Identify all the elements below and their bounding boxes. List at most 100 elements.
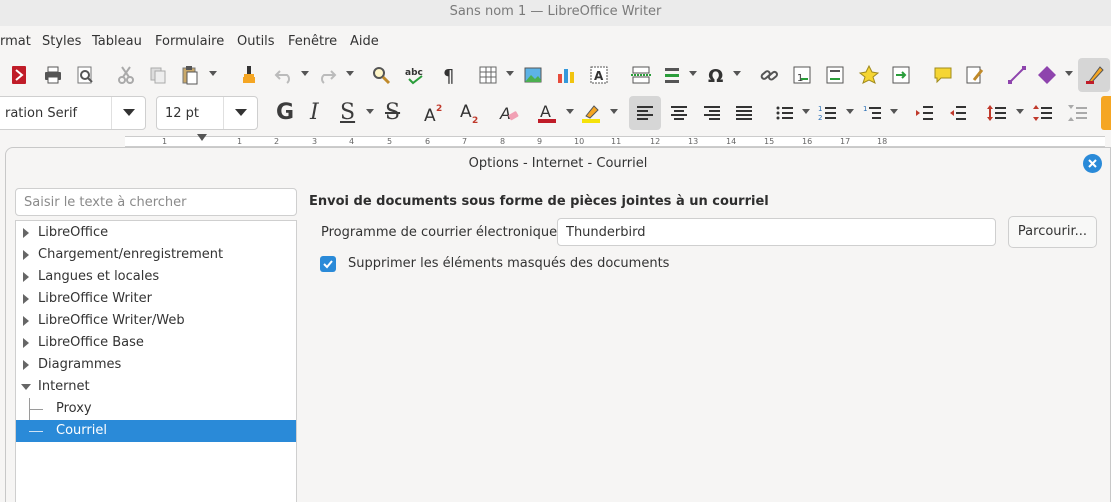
bullet-list-icon[interactable] [772,100,798,126]
print-icon[interactable] [40,62,66,88]
menu-aide[interactable]: Aide [350,34,379,49]
tree-item-diagrammes[interactable]: Diagrammes [16,354,296,376]
insert-comment-icon[interactable] [930,62,956,88]
outline-list-icon[interactable]: 1 [860,100,886,126]
insert-page-break-icon[interactable] [628,62,654,88]
align-left-icon[interactable] [629,96,661,130]
expand-icon[interactable] [23,250,29,260]
paste-dropdown-icon[interactable] [209,71,217,76]
basic-shapes-icon[interactable] [1034,62,1060,88]
field-dropdown-icon[interactable] [689,71,697,76]
insert-chart-icon[interactable] [553,62,579,88]
options-tree[interactable]: LibreOffice Chargement/enregistrement La… [15,220,297,502]
insert-textbox-icon[interactable]: A [586,62,612,88]
expand-icon[interactable] [23,272,29,282]
numbered-list-dropdown-icon[interactable] [846,109,854,114]
cross-reference-icon[interactable] [888,62,914,88]
menu-outils[interactable]: Outils [237,34,275,49]
tree-item-internet[interactable]: Internet [16,376,296,398]
mail-program-input[interactable] [558,219,995,245]
font-name-combo[interactable]: ration Serif [0,96,146,130]
hide-hidden-elements-checkbox[interactable] [320,256,336,272]
decrease-paragraph-spacing-icon[interactable] [1065,100,1091,126]
tree-item-writer[interactable]: LibreOffice Writer [16,288,296,310]
increase-paragraph-spacing-icon[interactable] [1030,100,1056,126]
insert-line-icon[interactable] [1004,62,1030,88]
tree-item-courriel[interactable]: Courriel [16,420,296,442]
insert-table-icon[interactable] [475,62,501,88]
tree-item-langues[interactable]: Langues et locales [16,266,296,288]
shapes-dropdown-icon[interactable] [1065,71,1073,76]
menu-format[interactable]: rmat [0,34,31,49]
indent-marker-icon[interactable] [197,134,207,141]
bullet-list-dropdown-icon[interactable] [802,109,810,114]
special-character-icon[interactable]: Ω [703,62,729,88]
options-search-input[interactable] [16,189,296,215]
menu-fenetre[interactable]: Fenêtre [288,34,337,49]
hide-hidden-elements-label[interactable]: Supprimer les éléments masqués des docum… [348,256,669,271]
outline-list-dropdown-icon[interactable] [890,109,898,114]
hyperlink-icon[interactable] [756,62,782,88]
insert-image-icon[interactable] [520,62,546,88]
formatting-marks-icon[interactable]: ¶ [436,62,462,88]
footnote-icon[interactable]: 1 [789,62,815,88]
paste-icon[interactable] [177,62,203,88]
bookmark-icon[interactable] [856,62,882,88]
line-spacing-dropdown-icon[interactable] [1016,109,1024,114]
underline-icon[interactable]: S [340,100,355,126]
insert-field-icon[interactable] [660,62,686,88]
decrease-indent-icon[interactable] [945,100,971,126]
redo-dropdown-icon[interactable] [346,71,354,76]
find-replace-icon[interactable] [368,62,394,88]
browse-button[interactable]: Parcourir... [1008,216,1097,248]
export-pdf-icon[interactable] [6,62,32,88]
menu-tableau[interactable]: Tableau [92,34,142,49]
clone-formatting-icon[interactable] [236,62,262,88]
table-dropdown-icon[interactable] [506,71,514,76]
expand-icon[interactable] [23,360,29,370]
italic-icon[interactable]: I [310,100,319,126]
subscript-icon[interactable]: A2 [456,100,482,126]
redo-icon[interactable] [314,62,340,88]
menu-styles[interactable]: Styles [42,34,81,49]
justify-icon[interactable] [731,100,757,126]
line-spacing-icon[interactable] [984,100,1010,126]
undo-icon[interactable] [271,62,297,88]
tree-item-proxy[interactable]: Proxy [16,398,296,420]
options-search-field[interactable] [15,188,297,216]
clear-formatting-icon[interactable]: A [496,100,522,126]
font-size-dropdown-icon[interactable] [223,97,257,129]
font-name-dropdown-icon[interactable] [111,97,145,129]
expand-icon[interactable] [23,228,29,238]
special-character-dropdown-icon[interactable] [733,71,741,76]
sidebar-toggle-icon[interactable] [1101,96,1111,130]
menu-formulaire[interactable]: Formulaire [155,34,224,49]
expand-icon[interactable] [23,294,29,304]
show-draw-functions-icon[interactable] [1078,58,1110,92]
font-color-dropdown-icon[interactable] [566,109,574,114]
tree-item-libreoffice[interactable]: LibreOffice [16,222,296,244]
font-color-icon[interactable]: A [534,100,560,126]
copy-icon[interactable] [145,62,171,88]
collapse-icon[interactable] [21,384,31,390]
align-center-icon[interactable] [666,100,692,126]
expand-icon[interactable] [23,316,29,326]
strikethrough-icon[interactable]: S [385,100,400,126]
close-icon[interactable] [1083,154,1102,173]
highlight-dropdown-icon[interactable] [610,109,618,114]
spelling-icon[interactable]: abc [402,62,428,88]
undo-dropdown-icon[interactable] [301,71,309,76]
bold-icon[interactable]: G [276,100,294,126]
increase-indent-icon[interactable] [912,100,938,126]
print-preview-icon[interactable] [72,62,98,88]
underline-dropdown-icon[interactable] [366,109,374,114]
endnote-icon[interactable] [822,62,848,88]
tree-item-base[interactable]: LibreOffice Base [16,332,296,354]
align-right-icon[interactable] [699,100,725,126]
tree-item-chargement[interactable]: Chargement/enregistrement [16,244,296,266]
mail-program-field[interactable] [557,218,996,246]
track-changes-icon[interactable] [962,62,988,88]
expand-icon[interactable] [23,338,29,348]
cut-icon[interactable] [113,62,139,88]
superscript-icon[interactable]: A2 [420,100,446,126]
